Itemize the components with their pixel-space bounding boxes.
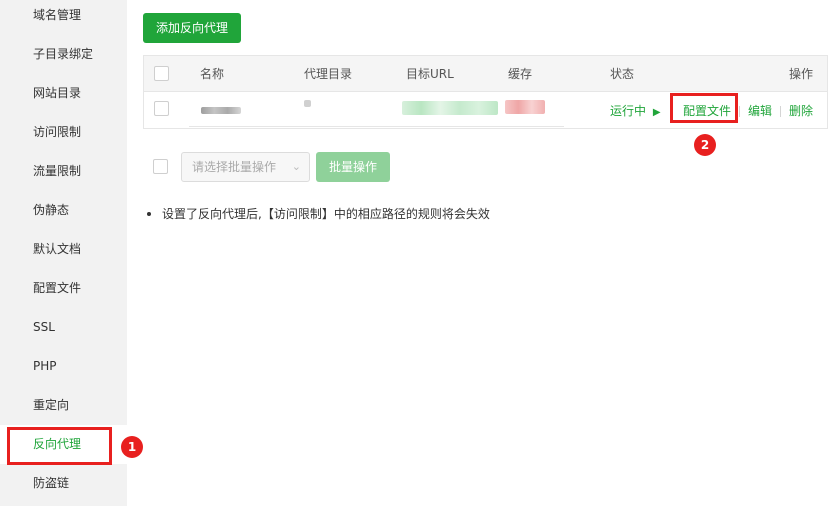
sidebar-item-domain[interactable]: 域名管理 — [0, 0, 127, 35]
header-status: 状态 — [610, 67, 635, 81]
table-header: 名称 代理目录 目标URL 缓存 状态 操作 — [144, 56, 827, 92]
tip-text: 设置了反向代理后,【访问限制】中的相应路径的规则将会失效 — [147, 205, 490, 222]
sidebar-item-config-file[interactable]: 配置文件 — [0, 269, 127, 308]
delete-link[interactable]: 删除 — [789, 93, 813, 129]
sidebar-item-subdir[interactable]: 子目录绑定 — [0, 35, 127, 74]
sidebar-item-rewrite[interactable]: 伪静态 — [0, 191, 127, 230]
batch-select-placeholder: 请选择批量操作 — [192, 160, 277, 174]
sidebar-item-hotlink[interactable]: 防盗链 — [0, 464, 127, 503]
select-all-checkbox[interactable] — [154, 66, 169, 81]
blurred-name — [201, 107, 241, 114]
sidebar-item-site-dir[interactable]: 网站目录 — [0, 74, 127, 113]
row-checkbox[interactable] — [154, 101, 169, 116]
blurred-cache — [505, 100, 545, 114]
action-separator — [739, 106, 740, 117]
sidebar-item-traffic-limit[interactable]: 流量限制 — [0, 152, 127, 191]
sidebar-item-access-limit[interactable]: 访问限制 — [0, 113, 127, 152]
play-icon: ▶ — [652, 107, 661, 118]
sidebar-item-php[interactable]: PHP — [0, 347, 127, 386]
status-text: 运行中 — [610, 104, 647, 118]
action-separator — [780, 106, 781, 117]
blurred-proxy-dir — [304, 100, 311, 107]
sidebar-item-ssl[interactable]: SSL — [0, 308, 127, 347]
blurred-target-url — [402, 101, 498, 115]
header-target-url: 目标URL — [406, 67, 454, 81]
header-actions: 操作 — [789, 67, 814, 81]
sidebar-item-default-doc[interactable]: 默认文档 — [0, 230, 127, 269]
batch-operation-button[interactable]: 批量操作 — [316, 152, 390, 182]
status-running[interactable]: 运行中 ▶ — [610, 93, 661, 129]
batch-select-checkbox[interactable] — [153, 159, 168, 174]
header-name: 名称 — [200, 67, 225, 81]
edit-link[interactable]: 编辑 — [748, 93, 772, 129]
reverse-proxy-highlight — [7, 427, 112, 465]
sidebar-item-redirect[interactable]: 重定向 — [0, 386, 127, 425]
chevron-down-icon: ⌄ — [291, 160, 301, 173]
annotation-badge-1: 1 — [121, 436, 143, 458]
batch-operation-select[interactable]: 请选择批量操作 ⌄ — [181, 152, 310, 182]
bullet-icon — [147, 211, 151, 216]
add-reverse-proxy-button[interactable]: 添加反向代理 — [143, 13, 241, 43]
tip-message: 设置了反向代理后,【访问限制】中的相应路径的规则将会失效 — [162, 207, 490, 221]
main-content: 添加反向代理 名称 代理目录 目标URL 缓存 状态 操作 运行中 ▶ 配置文件… — [127, 0, 835, 506]
config-file-highlight — [670, 93, 738, 123]
annotation-badge-2: 2 — [694, 134, 716, 156]
header-cache: 缓存 — [508, 67, 533, 81]
row-divider — [189, 126, 564, 127]
header-proxy-dir: 代理目录 — [304, 67, 353, 81]
